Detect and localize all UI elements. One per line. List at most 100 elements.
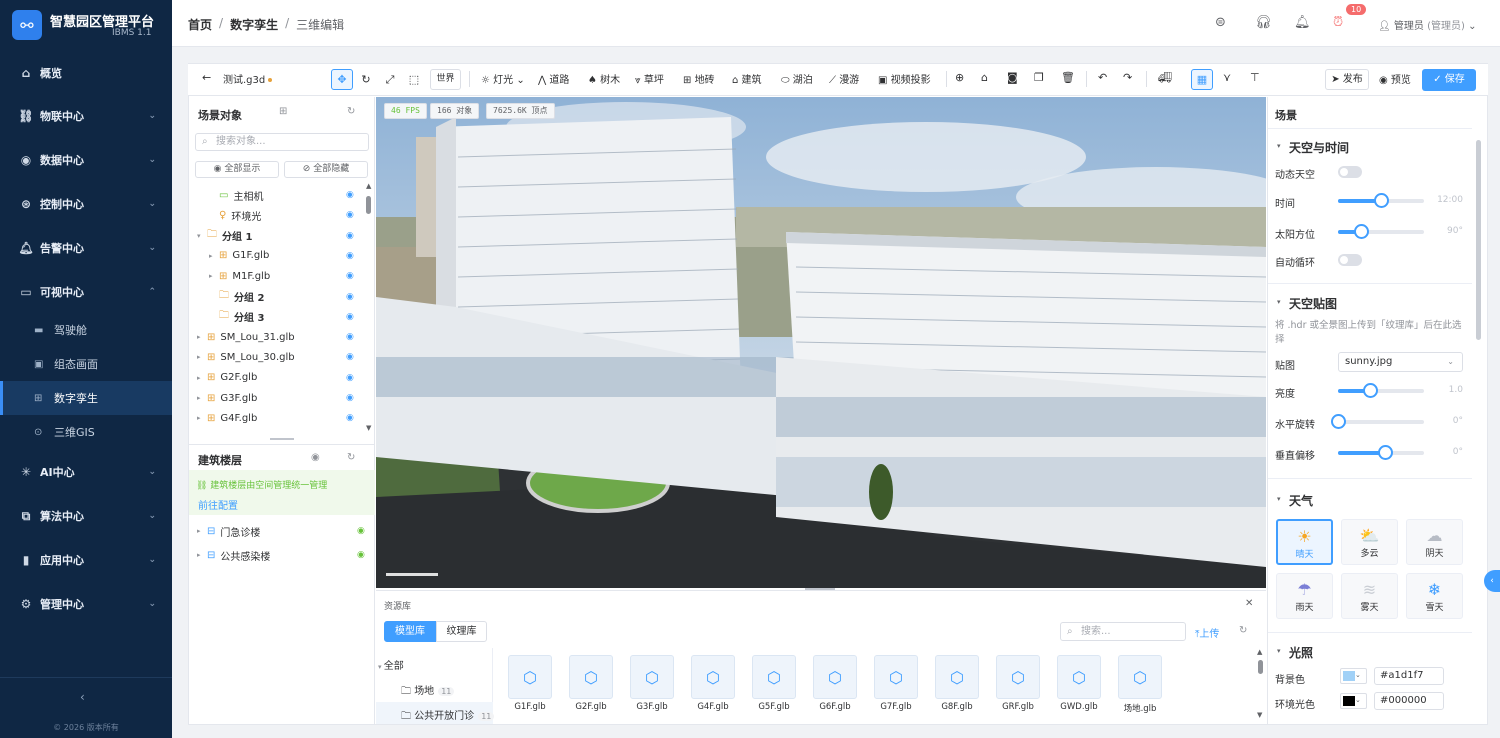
asset-search-input[interactable]: ⌕ 搜索... [1060, 622, 1186, 641]
eye-icon[interactable]: ◉ [346, 393, 354, 403]
sub-item-digital-twin[interactable]: ⊞ 数字孪生 [0, 381, 172, 415]
scene-tree-item[interactable]: ▸ ⊞ G4F.glb [197, 408, 257, 428]
refresh-icon[interactable]: ↻ [347, 106, 355, 117]
publish-button[interactable]: ➤ 发布 [1325, 69, 1369, 90]
robot-icon[interactable]: ⊜ [1215, 15, 1226, 30]
breadcrumb-digital-twin[interactable]: 数字孪生 [230, 16, 278, 33]
collapse-arrow-icon[interactable]: ▾ [1277, 647, 1281, 655]
expand-arrow-icon[interactable]: ▸ [197, 414, 207, 422]
nav-algorithm[interactable]: ⧉ 算法中心 ⌄ [0, 494, 172, 538]
delete-icon[interactable]: 🗑︎ [1061, 71, 1075, 84]
nav-overview[interactable]: ⌂ 概览 [0, 51, 172, 95]
tile-tool[interactable]: ⊞ 地砖 [683, 71, 715, 86]
home-view-icon[interactable]: ⌂ [981, 71, 988, 84]
weather-cloudy[interactable]: ⛅ 多云 [1341, 519, 1398, 565]
asset-item[interactable]: ⬡ GRF.glb [996, 655, 1040, 712]
hide-all-button[interactable]: ⊘ 全部隐藏 [284, 161, 368, 178]
scene-tree-item[interactable]: ▭ 主相机 [209, 185, 263, 205]
goto-config-link[interactable]: 前往配置 [198, 497, 238, 512]
copy-icon[interactable]: ❐ [1034, 71, 1044, 84]
lawn-tool[interactable]: ⩔ 草坪 [635, 71, 664, 86]
eye-icon[interactable]: ◉ [346, 312, 354, 322]
refresh-icon[interactable]: ↻ [347, 452, 355, 463]
redo-icon[interactable]: ↷ [1123, 71, 1132, 84]
eye-icon[interactable]: ◉ [346, 271, 354, 281]
expand-arrow-icon[interactable]: ▸ [197, 394, 207, 402]
scene-tree-item[interactable]: ▸ ⊞ G2F.glb [197, 368, 257, 388]
asset-item[interactable]: ⬡ G8F.glb [935, 655, 979, 712]
add-folder-icon[interactable]: ⊞ [279, 106, 287, 117]
scene-tree-item[interactable]: ▸ ⊞ G1F.glb [209, 246, 269, 266]
show-all-button[interactable]: ◉ 全部显示 [195, 161, 279, 178]
nav-ai[interactable]: ✳ AI中心 ⌄ [0, 450, 172, 494]
tab-texture-library[interactable]: 纹理库 [436, 621, 487, 642]
scroll-down-icon[interactable]: ▼ [1257, 711, 1262, 719]
time-slider[interactable] [1338, 193, 1424, 208]
category-site[interactable]: 🗀︎ 场地 11 [401, 682, 455, 701]
nav-app[interactable]: ▮ 应用中心 ⌄ [0, 538, 172, 582]
scene-tree-item[interactable]: ▾ 🗀︎ 分组 1 [197, 226, 252, 246]
tree-tool[interactable]: ♠ 树木 [588, 71, 620, 86]
grid-toggle-icon[interactable]: ▦ [1191, 69, 1213, 90]
text-icon[interactable]: ⊤ [1250, 71, 1260, 84]
nav-control[interactable]: ⊛ 控制中心 ⌄ [0, 182, 172, 226]
vehicle-icon[interactable]: 🚚︎ [1158, 71, 1172, 84]
collapse-sidebar-icon[interactable]: ‹ [80, 690, 85, 704]
video-projection-tool[interactable]: ▣ 视频投影 [878, 71, 931, 86]
scene-tree-scrollbar[interactable]: ▲ ▼ [366, 182, 372, 436]
user-menu[interactable]: 👤︎ 管理员 (管理员) ⌄ [1378, 17, 1476, 32]
asset-item[interactable]: ⬡ GWD.glb [1057, 655, 1101, 712]
refresh-icon[interactable]: ↻ [1239, 625, 1247, 636]
vertical-offset-slider[interactable] [1338, 445, 1424, 460]
scene-tree-item[interactable]: ▸ ⊞ M1F.glb [209, 266, 270, 286]
light-tool[interactable]: ☼ 灯光 ⌄ [481, 71, 525, 86]
ambient-color-input[interactable]: #000000 [1374, 692, 1444, 710]
expand-arrow-icon[interactable]: ▸ [209, 252, 219, 260]
weather-sunny[interactable]: ☀ 晴天 [1276, 519, 1333, 565]
category-public-clinic[interactable]: 🗀︎ 公共开放门诊 11 [401, 707, 495, 726]
upload-button[interactable]: ⤒上传 [1195, 625, 1219, 640]
sub-item-cockpit[interactable]: ▬ 驾驶舱 [0, 313, 172, 347]
nav-data[interactable]: ◉ 数据中心 ⌄ [0, 138, 172, 182]
scene-tree-item[interactable]: ▸ ⊞ SM_Lou_30.glb [197, 347, 295, 367]
slider-knob[interactable] [1331, 414, 1346, 429]
brightness-slider[interactable] [1338, 383, 1424, 398]
nav-alarm[interactable]: 🔔︎ 告警中心 ⌄ [0, 226, 172, 270]
ambient-color-picker[interactable]: ⌄ [1340, 693, 1367, 709]
collapse-arrow-icon[interactable]: ▾ [1277, 298, 1281, 306]
3d-viewport[interactable] [376, 97, 1266, 588]
expand-arrow-icon[interactable]: ▸ [197, 353, 207, 361]
nav-management[interactable]: ⚙ 管理中心 ⌄ [0, 582, 172, 626]
select-box-button[interactable]: ⬚ [403, 69, 425, 90]
scale-tool-button[interactable]: ⤢ [379, 69, 401, 90]
rotate-tool-button[interactable]: ↻ [355, 69, 377, 90]
sky-map-select[interactable]: sunny.jpg ⌄ [1338, 352, 1463, 372]
screenshot-icon[interactable]: ◙ [1007, 71, 1018, 84]
preview-button[interactable]: ◉ 预览 [1379, 71, 1411, 86]
eye-icon[interactable]: ◉ [346, 413, 354, 423]
sub-item-config-screen[interactable]: ▣ 组态画面 [0, 347, 172, 381]
scene-tree-item[interactable]: 🗀︎ 分组 2 [209, 287, 264, 307]
weather-foggy[interactable]: ≋ 雾天 [1341, 573, 1398, 619]
road-tool[interactable]: ⋀ 道路 [538, 71, 569, 86]
dynamic-sky-toggle[interactable] [1338, 166, 1362, 178]
background-color-input[interactable]: #a1d1f7 [1374, 667, 1444, 685]
eye-icon[interactable]: ◉ [357, 526, 365, 536]
focus-icon[interactable]: ⊕ [955, 71, 964, 84]
asset-scrollbar-thumb[interactable] [1258, 660, 1263, 674]
asset-item[interactable]: ⬡ G4F.glb [691, 655, 735, 712]
move-tool-button[interactable]: ✥ [331, 69, 353, 90]
slider-knob[interactable] [1362, 383, 1378, 398]
eye-icon[interactable]: ◉ [346, 352, 354, 362]
roam-tool[interactable]: ⟋ 漫游 [829, 71, 859, 86]
expand-arrow-icon[interactable]: ▸ [197, 374, 207, 382]
scene-search-input[interactable]: ⌕ 搜索对象... [195, 133, 369, 151]
horizontal-scrollbar[interactable] [270, 438, 294, 440]
asset-item[interactable]: ⬡ G5F.glb [752, 655, 796, 712]
expand-arrow-icon[interactable]: ▸ [197, 333, 207, 341]
save-button[interactable]: ✓ 保存 [1422, 69, 1476, 91]
nav-visual[interactable]: ▭ 可视中心 ⌃ [0, 270, 172, 314]
background-color-picker[interactable]: ⌄ [1340, 668, 1367, 684]
scene-tree-item[interactable]: ♀ 环境光 [209, 205, 261, 225]
scroll-up-icon[interactable]: ▲ [1257, 648, 1262, 656]
